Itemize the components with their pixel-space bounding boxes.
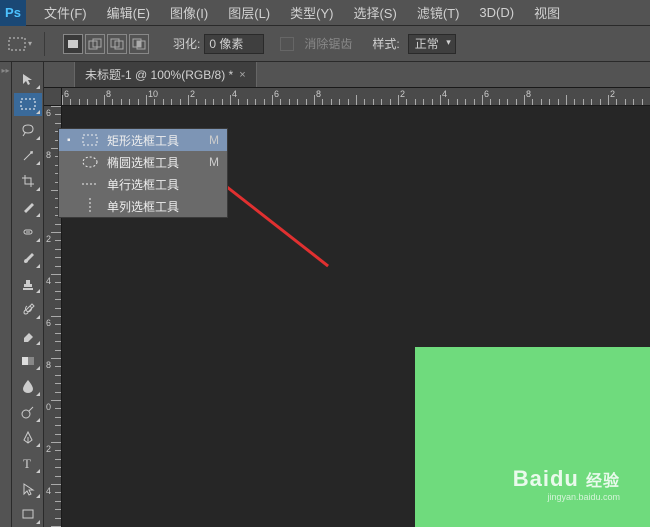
current-tool-preview[interactable]: ▾	[6, 30, 34, 58]
svg-text:T: T	[23, 456, 31, 470]
tool-eraser[interactable]	[14, 323, 42, 347]
ruler-horizontal: 6810246824682	[62, 88, 650, 106]
bullet-icon: ▪	[67, 135, 73, 146]
tool-icon	[81, 198, 99, 214]
tool-icon	[81, 181, 99, 187]
tool-type[interactable]: T	[14, 451, 42, 475]
divider	[44, 32, 45, 56]
feather-label: 羽化:	[173, 35, 200, 52]
style-select[interactable]: 正常 ▾	[408, 34, 456, 54]
flyout-label: 单行选框工具	[107, 176, 203, 193]
tool-dodge[interactable]	[14, 400, 42, 424]
watermark-cn: 经验	[586, 473, 620, 490]
marquee-flyout: ▪ 矩形选框工具 M 椭圆选框工具 M 单行选框工具单列选框工具	[58, 128, 228, 218]
options-bar: ▾ 羽化: 消除锯齿 样式: 正常 ▾	[0, 26, 650, 62]
tool-pen[interactable]	[14, 426, 42, 450]
flyout-item[interactable]: 单行选框工具	[59, 173, 227, 195]
left-strip: ▸▸	[0, 62, 12, 527]
selection-mode-group	[63, 34, 149, 54]
menubar: Ps 文件(F) 编辑(E) 图像(I) 图层(L) 类型(Y) 选择(S) 滤…	[0, 0, 650, 26]
flyout-label: 单列选框工具	[107, 198, 203, 215]
document-tab[interactable]: 未标题-1 @ 100%(RGB/8) * ×	[74, 62, 257, 87]
tool-blur[interactable]	[14, 374, 42, 398]
menu-layer[interactable]: 图层(L)	[218, 3, 280, 22]
tool-brush[interactable]	[14, 246, 42, 270]
tool-marquee[interactable]	[14, 93, 42, 117]
antialias-label: 消除锯齿	[304, 35, 352, 52]
style-value: 正常	[415, 37, 439, 51]
flyout-label: 椭圆选框工具	[107, 154, 193, 171]
chevron-down-icon: ▾	[28, 39, 32, 48]
tool-stamp[interactable]	[14, 272, 42, 296]
flyout-shortcut: M	[209, 133, 219, 147]
flyout-shortcut: M	[209, 155, 219, 169]
selection-new[interactable]	[63, 34, 83, 54]
tab-bar: 未标题-1 @ 100%(RGB/8) * ×	[44, 62, 650, 88]
menu-filter[interactable]: 滤镜(T)	[407, 3, 470, 22]
watermark-url: jingyan.baidu.com	[513, 492, 620, 502]
tool-gradient[interactable]	[14, 349, 42, 373]
selection-intersect[interactable]	[129, 34, 149, 54]
tool-icon	[81, 156, 99, 168]
tool-history-brush[interactable]	[14, 297, 42, 321]
selection-add[interactable]	[85, 34, 105, 54]
antialias-checkbox	[280, 37, 294, 51]
tool-lasso[interactable]	[14, 118, 42, 142]
menu-type[interactable]: 类型(Y)	[280, 3, 343, 22]
grip-icon: ▸▸	[0, 62, 11, 75]
menu-3d[interactable]: 3D(D)	[469, 5, 524, 20]
watermark: Baidu 经验 jingyan.baidu.com	[513, 466, 620, 502]
tool-eyedropper[interactable]	[14, 195, 42, 219]
selection-subtract[interactable]	[107, 34, 127, 54]
marquee-icon	[8, 37, 26, 51]
tool-icon	[81, 134, 99, 146]
watermark-brand: Baidu	[513, 466, 579, 491]
close-icon[interactable]: ×	[239, 69, 245, 81]
menu-file[interactable]: 文件(F)	[34, 3, 97, 22]
style-label: 样式:	[372, 35, 399, 52]
feather-input[interactable]	[204, 34, 264, 54]
tool-crop[interactable]	[14, 169, 42, 193]
toolbar: T	[12, 62, 44, 527]
flyout-item[interactable]: ▪ 矩形选框工具 M	[59, 129, 227, 151]
flyout-label: 矩形选框工具	[107, 132, 193, 149]
tool-path-select[interactable]	[14, 477, 42, 501]
ruler-corner	[44, 88, 62, 106]
menu-view[interactable]: 视图	[524, 3, 570, 22]
canvas-content[interactable]: Baidu 经验 jingyan.baidu.com	[415, 347, 650, 527]
flyout-item[interactable]: 椭圆选框工具 M	[59, 151, 227, 173]
menu-select[interactable]: 选择(S)	[343, 3, 406, 22]
tool-move[interactable]	[14, 67, 42, 91]
tab-title: 未标题-1 @ 100%(RGB/8) *	[85, 66, 233, 83]
menu-edit[interactable]: 编辑(E)	[97, 3, 160, 22]
tool-shape[interactable]	[14, 502, 42, 526]
tool-healing[interactable]	[14, 221, 42, 245]
tool-magic-wand[interactable]	[14, 144, 42, 168]
menu-image[interactable]: 图像(I)	[160, 3, 218, 22]
flyout-item[interactable]: 单列选框工具	[59, 195, 227, 217]
chevron-down-icon: ▾	[446, 37, 451, 48]
app-logo: Ps	[0, 0, 26, 26]
